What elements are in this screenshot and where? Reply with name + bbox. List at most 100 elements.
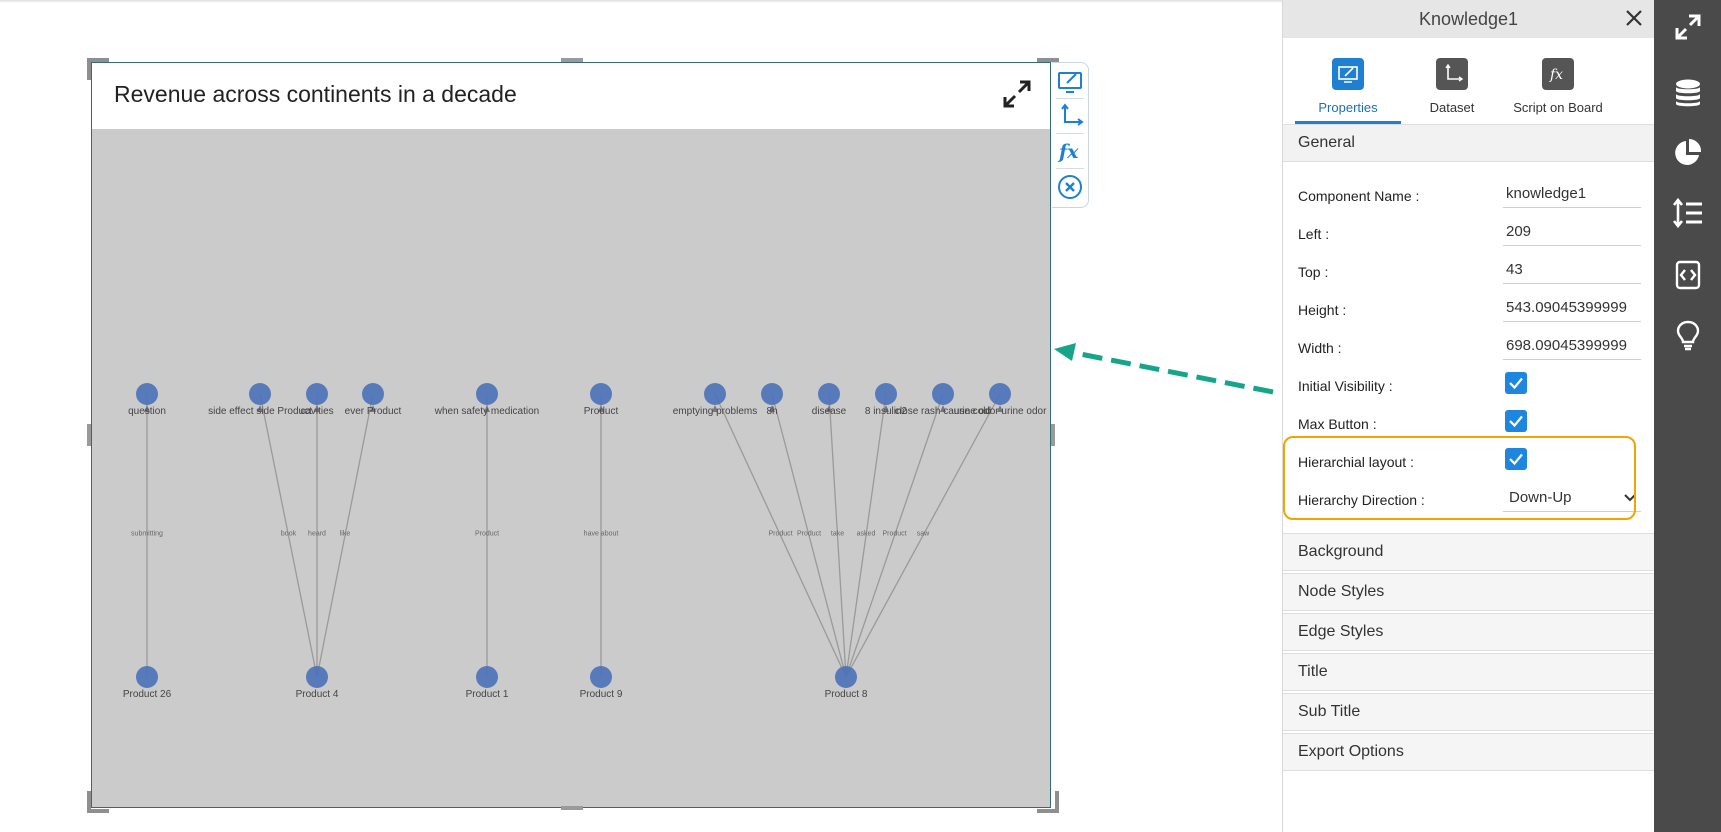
- graph-node: [590, 666, 612, 688]
- resize-handle-bottom[interactable]: [561, 806, 583, 810]
- graph-edge-label: heard: [308, 531, 326, 538]
- graph-node-label: side effect side Product: [208, 406, 312, 417]
- graph-node: [835, 666, 857, 688]
- graph-node: [249, 383, 271, 405]
- checkmark-icon: [1509, 377, 1523, 390]
- graph-node-label: Product 4: [296, 689, 339, 700]
- knowledge-graph-widget[interactable]: Revenue across continents in a decade su…: [91, 62, 1051, 808]
- graph-node: [136, 666, 158, 688]
- top-label: Top :: [1298, 264, 1329, 280]
- graph-edge-label: Product: [475, 531, 499, 538]
- graph-node-label: question: [128, 406, 166, 417]
- lightbulb-icon[interactable]: [1671, 318, 1705, 352]
- graph-node: [136, 383, 158, 405]
- widget-toolbar: fx: [1052, 62, 1089, 208]
- remove-widget-icon[interactable]: [1056, 173, 1084, 201]
- left-input[interactable]: [1503, 218, 1641, 246]
- component-name-input[interactable]: [1503, 180, 1641, 208]
- graph-node-label: when safety medication: [434, 406, 540, 417]
- widget-title: Revenue across continents in a decade: [114, 81, 517, 107]
- section-edge-styles[interactable]: Edge Styles: [1283, 613, 1654, 651]
- section-export-options[interactable]: Export Options: [1283, 733, 1654, 771]
- graph-node-label: disease: [812, 406, 847, 417]
- knowledge-graph: submitting book heard like Product have about…: [123, 383, 1047, 700]
- section-background[interactable]: Background: [1283, 533, 1654, 571]
- graph-node-label: cavities: [300, 406, 333, 417]
- section-sub-title-label: Sub Title: [1298, 703, 1361, 720]
- width-input[interactable]: [1503, 332, 1641, 360]
- initial-visibility-label: Initial Visibility :: [1298, 378, 1393, 394]
- width-label: Width :: [1298, 340, 1342, 356]
- top-input[interactable]: [1503, 256, 1641, 284]
- graph-node-label: Product 26: [123, 689, 172, 700]
- database-icon[interactable]: [1671, 76, 1705, 110]
- tab-properties[interactable]: Properties: [1295, 38, 1401, 124]
- graph-node: [306, 666, 328, 688]
- right-sidebar: [1654, 0, 1721, 832]
- width-row: Width :: [1283, 330, 1654, 364]
- section-background-label: Background: [1298, 543, 1384, 560]
- graph-node-label: ever Product: [345, 406, 402, 417]
- widget-header: Revenue across continents in a decade: [92, 63, 1050, 129]
- section-title[interactable]: Title: [1283, 653, 1654, 691]
- panel-title: Knowledge1: [1418, 9, 1519, 29]
- max-button-row: Max Button :: [1283, 406, 1654, 440]
- panel-header: Knowledge1: [1283, 0, 1654, 38]
- graph-node: [818, 383, 840, 405]
- tab-properties-label: Properties: [1318, 100, 1378, 115]
- graph-node: [989, 383, 1011, 405]
- pie-chart-icon[interactable]: [1671, 136, 1705, 170]
- graph-edge-label: submitting: [131, 531, 163, 538]
- section-title-label: Title: [1298, 663, 1328, 680]
- maximize-icon[interactable]: [1000, 77, 1034, 111]
- tab-dataset[interactable]: Dataset: [1407, 38, 1497, 124]
- svg-text:fx: fx: [1549, 67, 1563, 83]
- graph-node: [590, 383, 612, 405]
- graph-node: [476, 666, 498, 688]
- graph-node-label: Product 9: [580, 689, 623, 700]
- section-general-label: General: [1298, 134, 1355, 151]
- panel-tabs: Properties Dataset fx Script on Board: [1283, 38, 1654, 124]
- initial-visibility-checkbox[interactable]: [1505, 372, 1527, 394]
- height-row: Height :: [1283, 292, 1654, 326]
- code-script-icon[interactable]: [1671, 258, 1705, 292]
- graph-node-label: Product 1: [466, 689, 509, 700]
- section-node-styles[interactable]: Node Styles: [1283, 573, 1654, 611]
- resize-handle-top-left[interactable]: [87, 58, 109, 80]
- fx-icon[interactable]: fx: [1056, 137, 1084, 165]
- close-icon[interactable]: [1622, 6, 1646, 30]
- resize-handle-right[interactable]: [1051, 424, 1055, 446]
- resize-handle-top[interactable]: [561, 58, 583, 62]
- properties-edit-icon[interactable]: [1056, 67, 1084, 95]
- dataset-axis-icon[interactable]: [1056, 102, 1084, 130]
- tab-script-on-board[interactable]: fx Script on Board: [1503, 38, 1613, 124]
- graph-edge-label: Product: [882, 531, 906, 538]
- max-button-label: Max Button :: [1298, 416, 1377, 432]
- graph-node-label: emptying problems: [673, 406, 757, 417]
- section-sub-title[interactable]: Sub Title: [1283, 693, 1654, 731]
- line-height-icon[interactable]: [1671, 196, 1705, 230]
- graph-node: [362, 383, 384, 405]
- component-name-row: Component Name :: [1283, 178, 1654, 212]
- max-button-checkbox[interactable]: [1505, 410, 1527, 432]
- section-general[interactable]: General: [1283, 124, 1654, 162]
- tab-script-label: Script on Board: [1513, 100, 1603, 115]
- graph-edge-label: Product: [797, 531, 821, 538]
- resize-handle-bottom-left[interactable]: [87, 791, 109, 813]
- left-row: Left :: [1283, 216, 1654, 250]
- graph-edge-label: Product: [768, 531, 792, 538]
- height-input[interactable]: [1503, 294, 1641, 322]
- graph-canvas[interactable]: submitting book heard like Product have about…: [92, 129, 1050, 807]
- graph-node: [476, 383, 498, 405]
- graph-node: [932, 383, 954, 405]
- top-row: Top :: [1283, 254, 1654, 288]
- resize-handle-left[interactable]: [87, 424, 91, 446]
- pointer-arrow: [1054, 343, 1274, 395]
- highlight-callout: [1283, 436, 1636, 520]
- graph-node: [761, 383, 783, 405]
- graph-node-label: Product: [584, 406, 619, 417]
- graph-edge-label: have about: [584, 531, 619, 538]
- expand-icon[interactable]: [1671, 10, 1705, 44]
- graph-edge-label: saw: [917, 531, 930, 538]
- resize-handle-bottom-right[interactable]: [1037, 791, 1059, 813]
